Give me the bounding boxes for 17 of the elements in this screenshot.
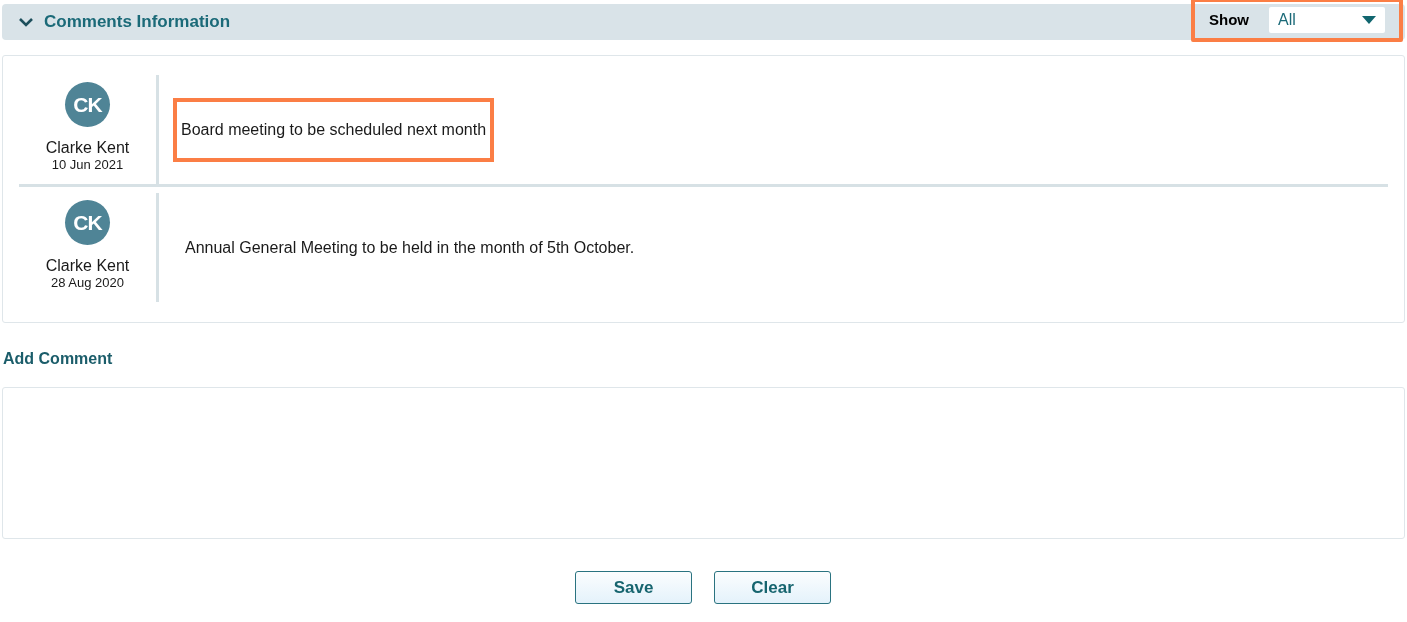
comment-text: Annual General Meeting to be held in the month of 5th October. [184, 237, 636, 258]
show-label: Show [1209, 9, 1249, 30]
comment-text: Board meeting to be scheduled next month [173, 97, 495, 162]
add-comment-label: Add Comment [3, 349, 114, 369]
comment-date: 28 Aug 2020 [51, 275, 124, 291]
avatar: CK [65, 82, 110, 127]
comment-input[interactable] [2, 387, 1405, 539]
author-name: Clarke Kent [45, 139, 130, 157]
author-name: Clarke Kent [45, 257, 130, 275]
avatar: CK [65, 200, 110, 245]
show-dropdown[interactable]: All [1269, 7, 1385, 33]
dropdown-caret-icon [1362, 16, 1376, 24]
chevron-icon [18, 16, 34, 28]
collapse-button[interactable]: Comments Information [18, 9, 231, 35]
save-button[interactable]: Save [575, 571, 692, 604]
comment-date: 10 Jun 2021 [51, 157, 124, 173]
clear-button[interactable]: Clear [714, 571, 831, 604]
